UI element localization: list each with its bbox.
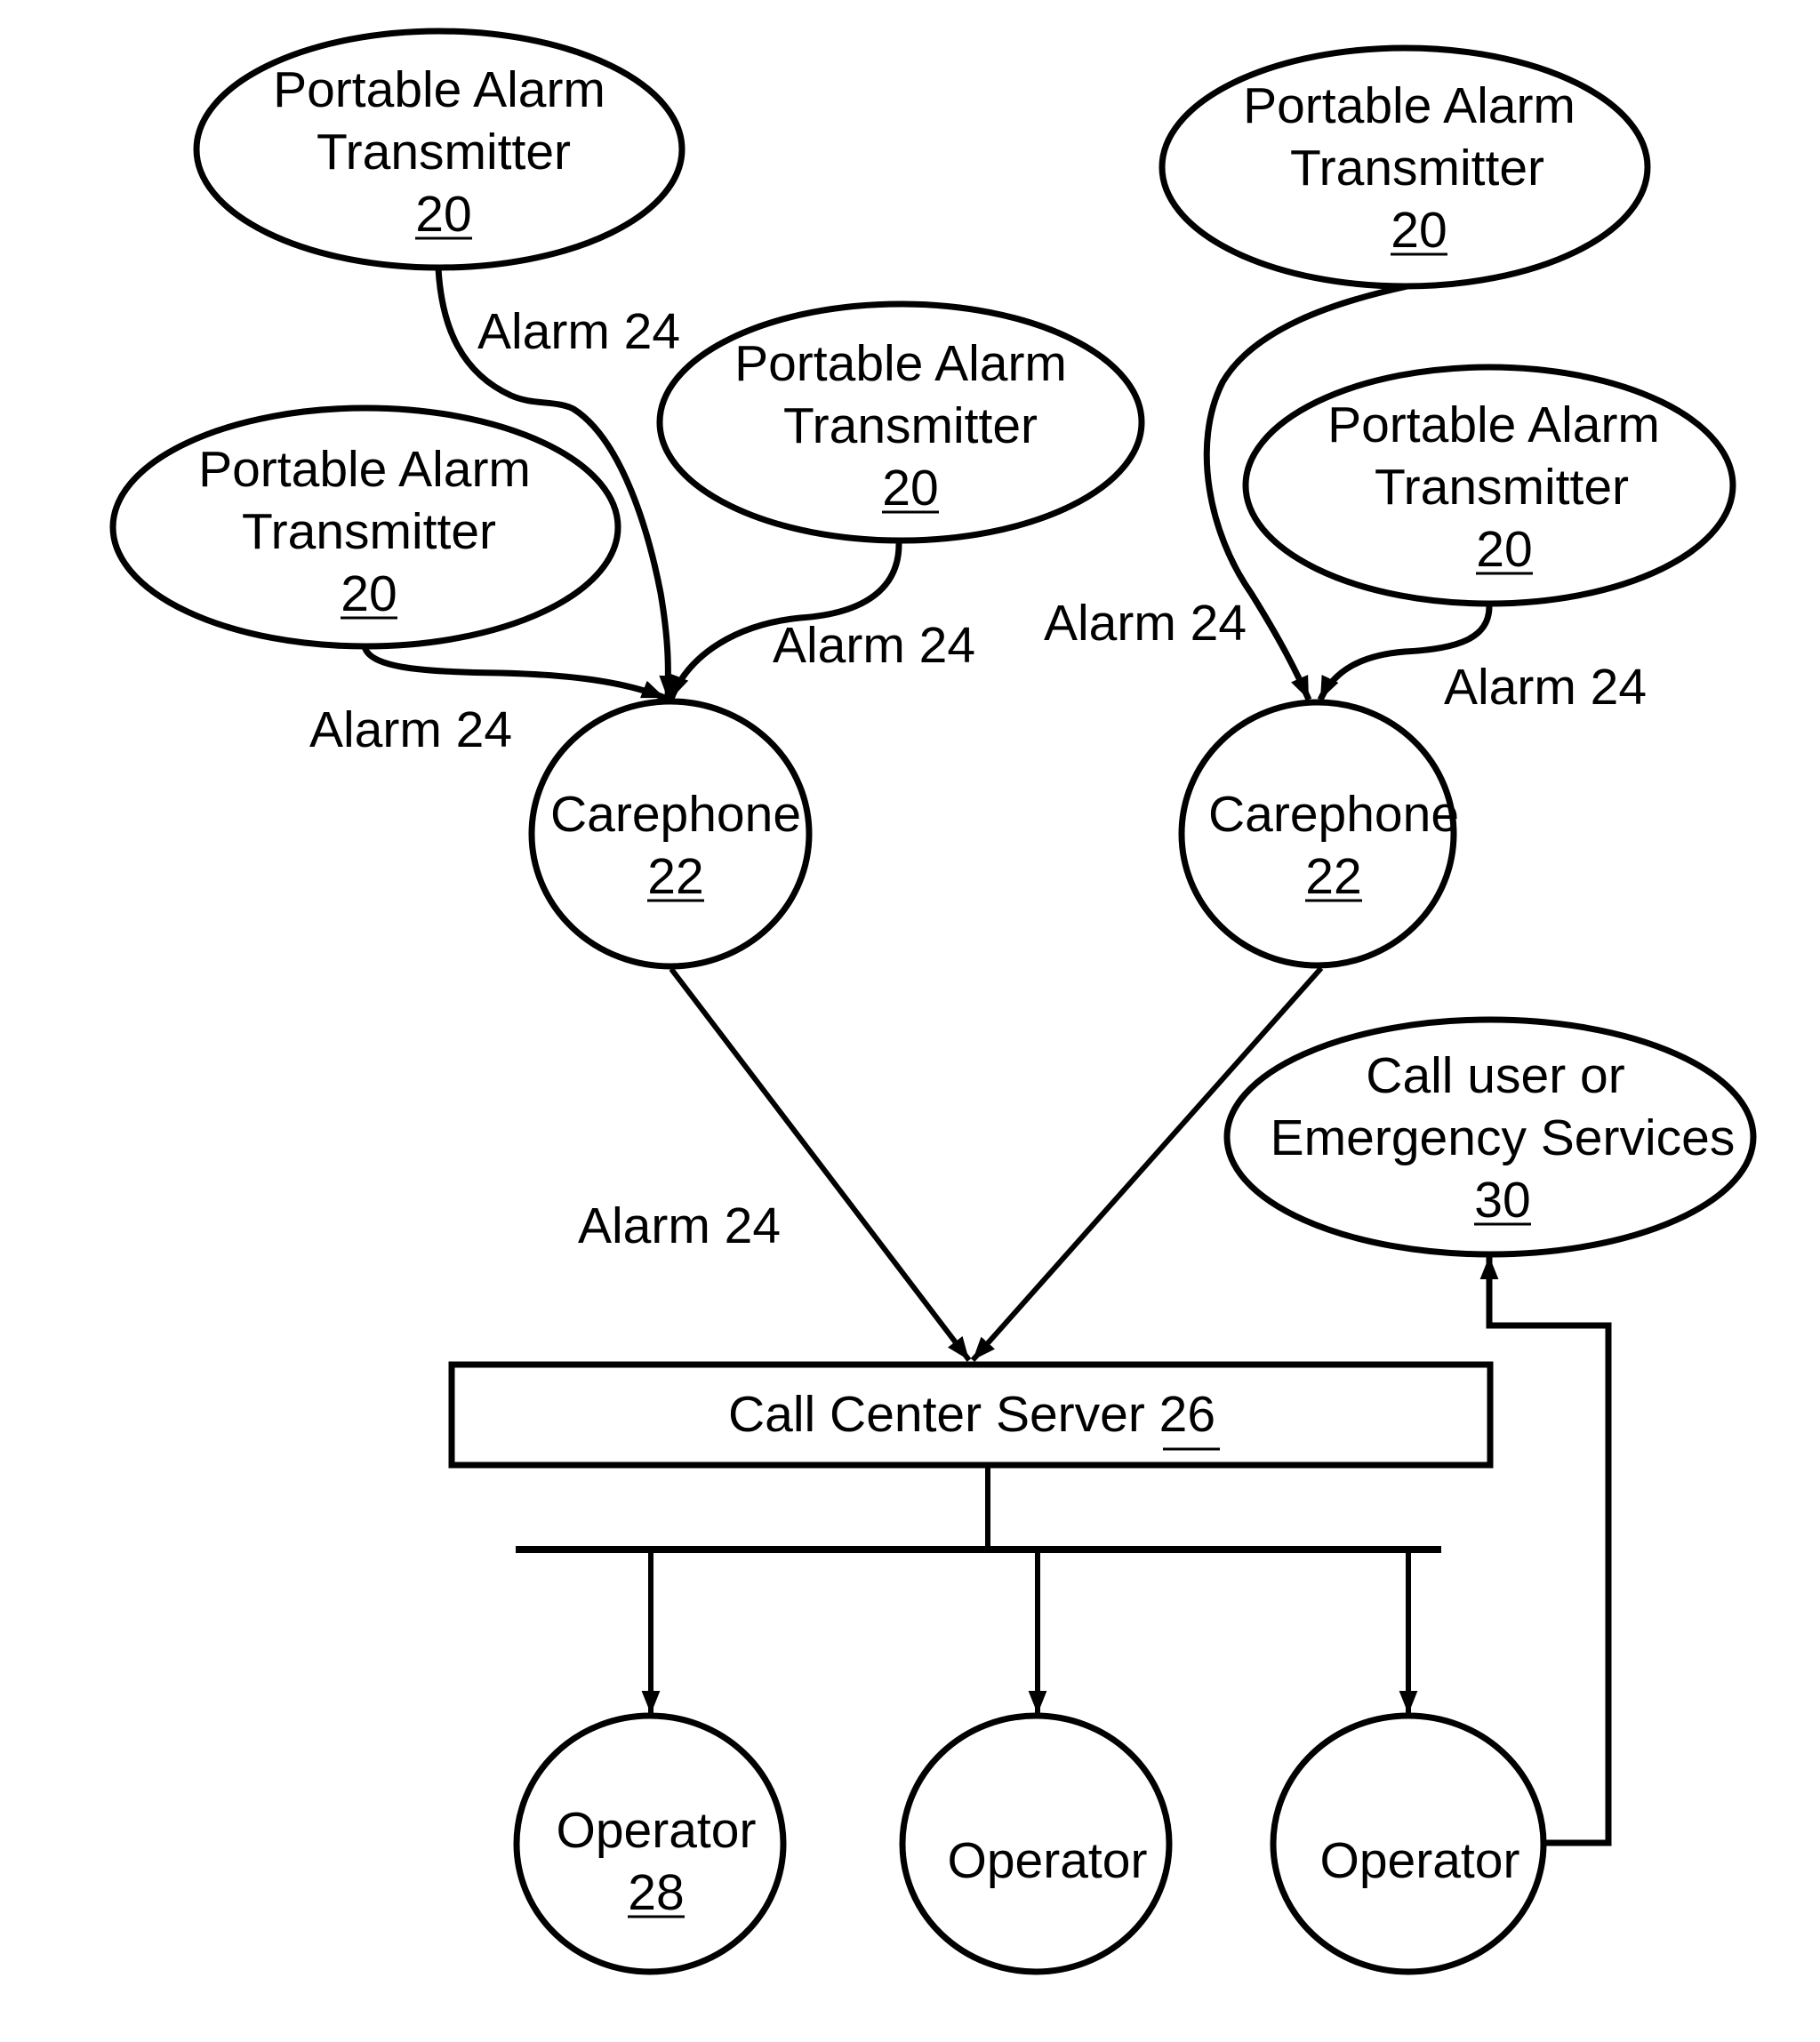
operator-1-label: Operator [557,1802,757,1859]
edge-label-d: Alarm 24 [1044,595,1247,652]
operator-2-label: Operator [948,1832,1148,1889]
transmitter-b-node[interactable]: Portable Alarm Transmitter 20 [656,300,1145,544]
transmitter-a-line-2: Transmitter [317,124,571,180]
transmitter-e-line-1: Portable Alarm [1327,396,1660,453]
transmitter-e-line-2: Transmitter [1375,459,1629,516]
transmitter-d-line-1: Portable Alarm [1243,77,1575,134]
carephone-left-label: Carephone [550,786,801,843]
transmitter-e-node[interactable]: Portable Alarm Transmitter 20 [1242,364,1736,607]
edge-label-b: Alarm 24 [773,617,975,674]
transmitter-c-line-2: Transmitter [242,503,496,560]
transmitter-c-node[interactable]: Portable Alarm Transmitter 20 [109,404,621,650]
edge-label-carephones-to-server: Alarm 24 [578,1197,781,1254]
transmitter-c-ref: 20 [341,565,397,622]
operator-3-node[interactable]: Operator [1270,1712,1547,1975]
call-center-server-label: Call Center Server 26 [728,1386,1215,1443]
edge-label-e: Alarm 24 [1444,659,1647,716]
operator-1-ref: 28 [628,1864,684,1921]
emergency-services-line-1: Call user or [1366,1047,1624,1104]
transmitter-b-ref: 20 [882,460,938,517]
transmitter-e-ref: 20 [1476,521,1532,578]
emergency-services-ref: 30 [1474,1172,1530,1229]
edge-carephone-left-to-server [669,967,972,1362]
edge-label-a: Alarm 24 [477,303,680,360]
transmitter-a-node[interactable]: Portable Alarm Transmitter 20 [193,28,686,271]
transmitter-a-ref: 20 [415,186,471,243]
call-center-server-node[interactable]: Call Center Server 26 [448,1361,1494,1469]
operator-3-label: Operator [1320,1832,1520,1889]
call-center-server-name: Call Center Server [728,1386,1159,1443]
carephone-left-ref: 22 [647,848,703,905]
emergency-services-line-2: Emergency Services [1271,1109,1736,1166]
carephone-right-node[interactable]: Carephone 22 [1178,699,1459,969]
operator-2-node[interactable]: Operator [899,1712,1173,1975]
operator-1-node[interactable]: Operator 28 [513,1712,787,1975]
transmitter-b-line-1: Portable Alarm [734,335,1067,392]
edge-label-c: Alarm 24 [309,701,512,758]
edge-transmitter-c-to-carephone-left [361,645,667,701]
carephone-right-label: Carephone [1208,786,1459,843]
transmitter-d-line-2: Transmitter [1290,140,1544,196]
call-center-server-ref: 26 [1159,1386,1215,1443]
emergency-services-node[interactable]: Call user or Emergency Services 30 [1223,1016,1757,1258]
transmitter-c-line-1: Portable Alarm [198,441,531,498]
transmitter-a-line-1: Portable Alarm [273,61,605,118]
transmitter-d-node[interactable]: Portable Alarm Transmitter 20 [1159,44,1651,290]
transmitter-d-ref: 20 [1391,202,1447,259]
alarm-system-diagram: Portable Alarm Transmitter 20 Portable A… [109,28,1757,1975]
carephone-left-node[interactable]: Carephone 22 [528,698,813,970]
carephone-right-ref: 22 [1305,848,1361,905]
transmitter-b-line-2: Transmitter [783,397,1038,454]
